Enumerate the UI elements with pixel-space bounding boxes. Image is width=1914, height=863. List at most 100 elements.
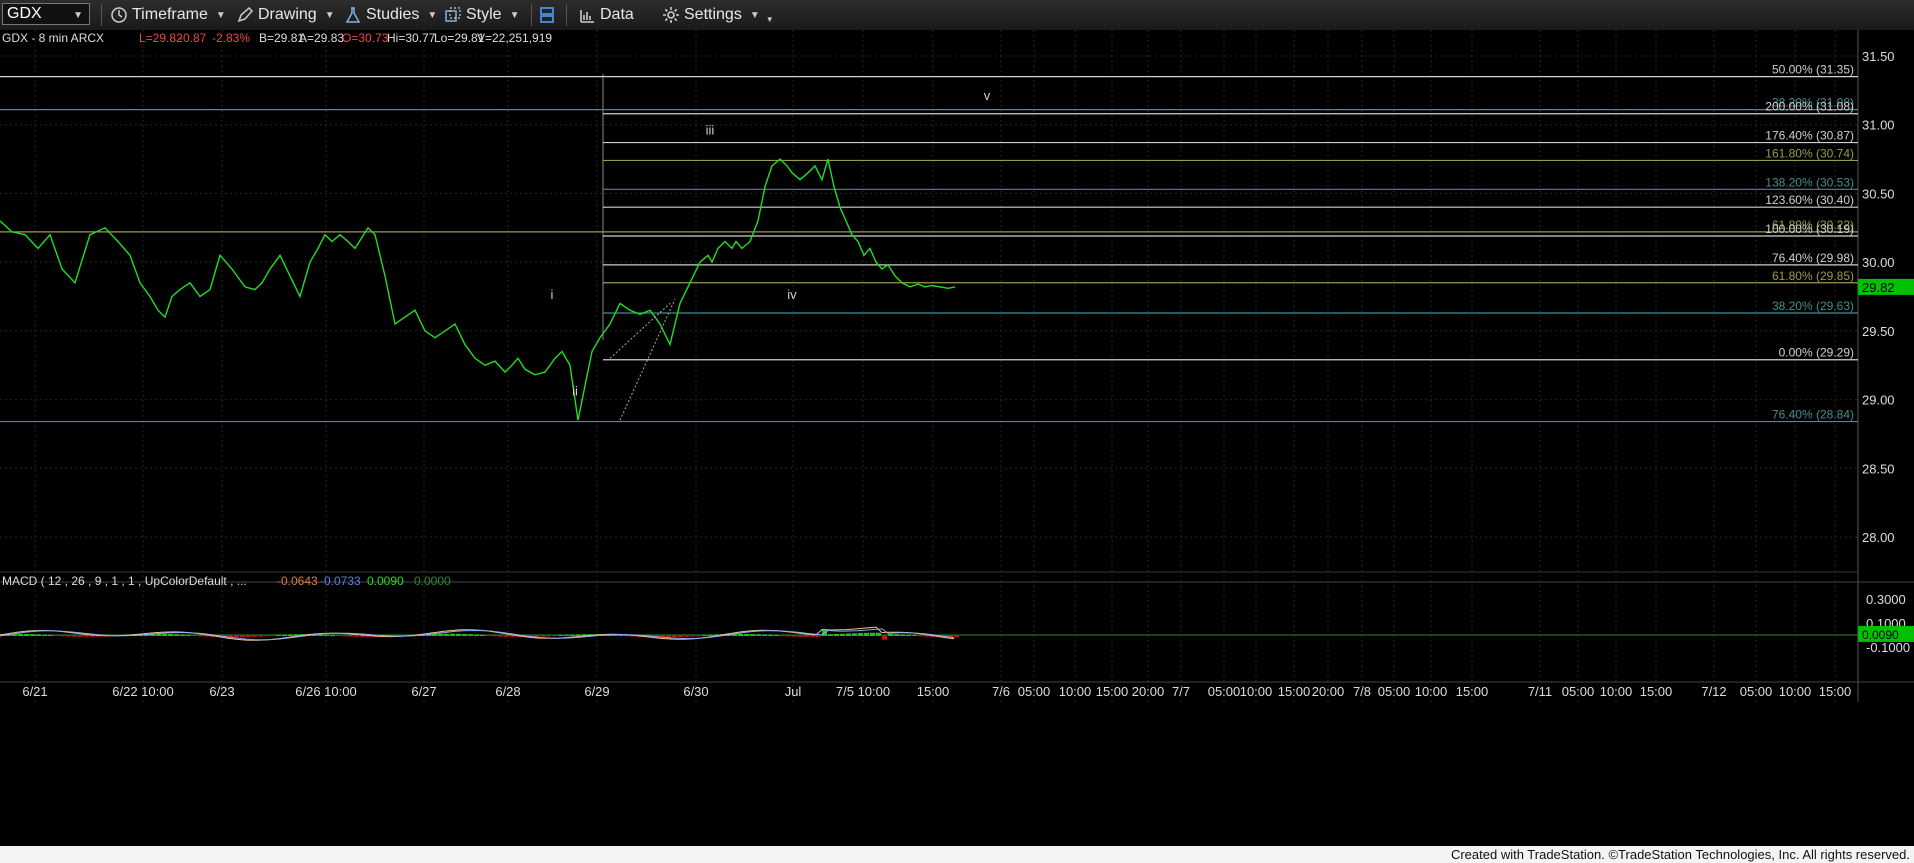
macd-histogram-bar [336, 635, 341, 637]
macd-histogram-bar [756, 634, 761, 636]
header-bid: B=29.81 [259, 31, 304, 45]
macd-histogram-bar [84, 635, 89, 637]
style-button[interactable]: Style ▼ [444, 5, 519, 25]
macd-histogram-bar [234, 635, 239, 638]
time-axis-tick: 7/5 10:00 [836, 684, 890, 699]
macd-histogram-bar [462, 633, 467, 636]
fib-level-label: 123.60% (30.40) [1765, 193, 1854, 207]
macd-histogram-bar [270, 635, 275, 637]
macd-histogram-bar [672, 635, 677, 638]
drawing-button[interactable]: Drawing ▼ [236, 5, 335, 25]
time-axis-tick: 6/27 [411, 684, 436, 699]
studies-button[interactable]: Studies ▼ [344, 5, 437, 25]
macd-histogram-bar [24, 634, 29, 636]
macd-histogram-bar [678, 635, 683, 637]
macd-histogram-bar [480, 634, 485, 636]
macd-histogram-bar [276, 634, 281, 636]
macd-histogram-bar [330, 634, 335, 636]
header-change: -0.87 [179, 31, 207, 45]
price-axis-tick: 29.50 [1862, 324, 1895, 339]
macd-axis-tick: 0.3000 [1866, 592, 1906, 607]
macd-value: 0.0000 [414, 574, 451, 588]
time-axis-tick: 7/11 [1528, 684, 1552, 699]
time-axis-tick: 20:00 [1132, 684, 1165, 699]
macd-histogram-bar [450, 633, 455, 636]
symbol-selector[interactable]: GDX ▼ [2, 3, 90, 25]
pencil-icon [237, 6, 254, 23]
price-axis-tick: 28.50 [1862, 461, 1895, 476]
data-label: Data [600, 6, 634, 23]
header-pct: -2.83% [212, 31, 250, 45]
macd-histogram-bar [468, 634, 473, 636]
timeframe-button[interactable]: Timeframe ▼ [110, 5, 226, 25]
header-ask: A=29.83 [299, 31, 344, 45]
header-last: L=29.82 [139, 31, 183, 45]
time-axis-tick: 15:00 [917, 684, 950, 699]
time-axis-tick: 6/21 [22, 684, 47, 699]
macd-histogram-bar [876, 632, 881, 636]
wave-label: iii [706, 122, 715, 137]
time-axis-tick: 20:00 [1312, 684, 1345, 699]
price-axis-tick: 31.50 [1862, 49, 1895, 64]
drawing-label: Drawing [258, 6, 317, 23]
layout-icon [540, 7, 554, 23]
chevron-down-icon: ▼ [749, 9, 760, 21]
price-axis-tick: 29.00 [1862, 393, 1895, 408]
macd-histogram-bar [804, 635, 809, 637]
time-axis-tick: 7/6 [992, 684, 1010, 699]
chevron-down-icon: ▼ [509, 9, 520, 21]
time-axis-tick: 6/23 [209, 684, 234, 699]
header-open: O=30.73 [342, 31, 389, 45]
chevron-down-icon[interactable]: ▼ [73, 10, 83, 21]
wave-label: v [984, 88, 991, 103]
macd-histogram-bar [456, 633, 461, 636]
data-button[interactable]: Data [578, 5, 634, 25]
header-volume: V=22,251,919 [477, 31, 552, 45]
macd-histogram-bar [264, 635, 269, 637]
time-axis-tick: 6/29 [584, 684, 609, 699]
macd-histogram-bar [498, 635, 503, 637]
macd-histogram-bar [186, 634, 191, 636]
macd-histogram-bar [774, 634, 779, 636]
time-axis-tick: 7/8 [1353, 684, 1371, 699]
macd-histogram-bar [708, 634, 713, 636]
macd-histogram-bar [702, 634, 707, 636]
time-axis-tick: 05:00 [1378, 684, 1411, 699]
wave-label: i [551, 287, 554, 302]
time-axis-tick: 15:00 [1096, 684, 1129, 699]
chevron-down-icon: ▼ [427, 9, 438, 21]
layout-button[interactable] [538, 5, 560, 25]
fib-level-label: 76.40% (29.98) [1772, 251, 1854, 265]
macd-histogram-bar [354, 635, 359, 637]
macd-axis-tick: -0.1000 [1866, 640, 1910, 655]
macd-histogram-bar [792, 635, 797, 637]
macd-histogram-bar [744, 633, 749, 636]
macd-value: -0.0733 [320, 574, 361, 588]
time-axis-tick: 6/30 [683, 684, 708, 699]
macd-histogram-bar [180, 634, 185, 636]
macd-histogram-bar [168, 634, 173, 636]
price-axis-tick: 31.00 [1862, 118, 1895, 133]
macd-histogram-bar [288, 634, 293, 636]
last-price-text: 29.82 [1862, 280, 1895, 295]
timeframe-label: Timeframe [132, 6, 208, 23]
macd-histogram-bar [564, 634, 569, 636]
style-icon [445, 7, 461, 22]
fib-level-label: 200.00% (31.08) [1765, 100, 1854, 114]
macd-histogram-bar [198, 635, 203, 637]
macd-histogram-bar [474, 634, 479, 636]
macd-last-text: 0.0090 [1862, 628, 1899, 642]
macd-histogram-bar [576, 634, 581, 636]
macd-histogram-bar [48, 634, 53, 636]
time-axis-tick: 10:00 [1600, 684, 1633, 699]
settings-label: Settings [684, 6, 742, 23]
settings-button[interactable]: Settings ▼ ▼ [662, 5, 774, 25]
macd-histogram-bar [888, 634, 893, 636]
macd-histogram-bar [192, 635, 197, 637]
clock-icon [111, 7, 127, 23]
flask-icon [345, 7, 361, 23]
toolbar-separator [101, 4, 102, 26]
overflow-icon: ▼ [765, 14, 774, 24]
chart-area[interactable]: 50.00% (31.35)38.20% (31.08)200.00% (31.… [0, 30, 1914, 846]
bar-chart-icon [580, 10, 594, 23]
